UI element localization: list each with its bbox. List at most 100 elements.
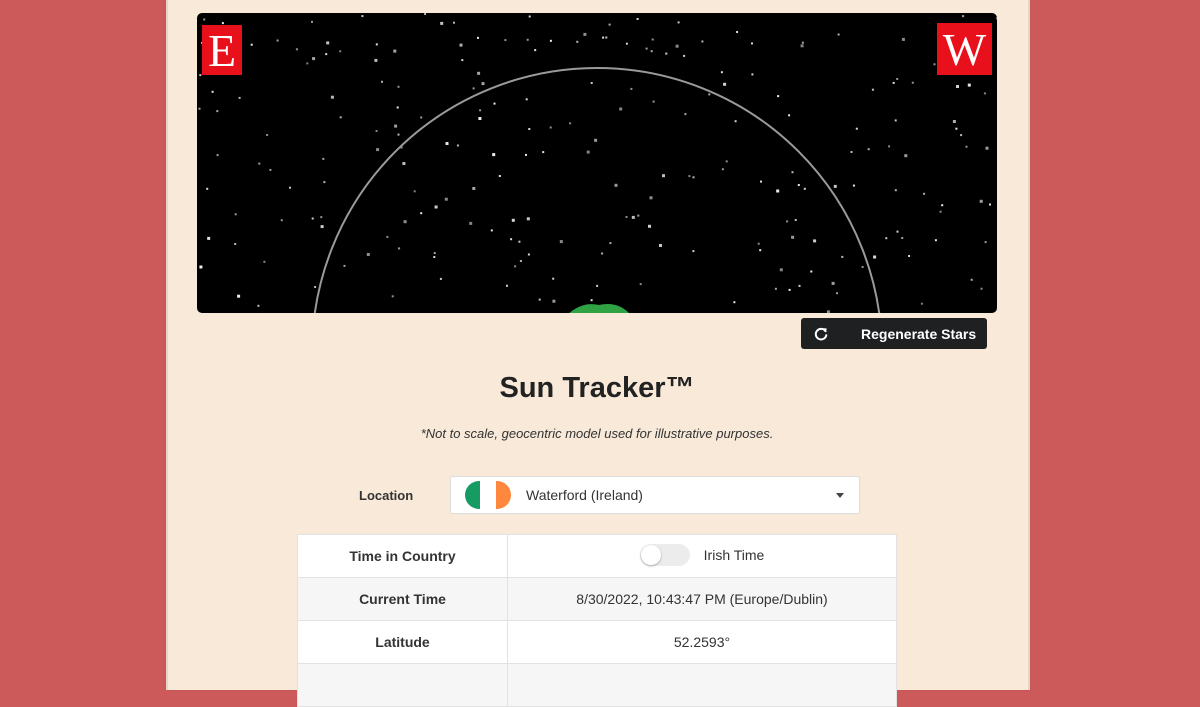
star bbox=[751, 73, 754, 76]
star bbox=[559, 240, 563, 244]
star bbox=[238, 96, 241, 99]
star bbox=[983, 92, 986, 95]
star bbox=[625, 216, 628, 218]
starfield bbox=[198, 13, 997, 313]
star bbox=[995, 17, 997, 20]
sun-orbit bbox=[313, 67, 881, 313]
star bbox=[625, 42, 628, 45]
star bbox=[885, 237, 888, 240]
star bbox=[444, 197, 448, 201]
star bbox=[391, 295, 394, 298]
star bbox=[979, 199, 983, 203]
star bbox=[498, 175, 501, 177]
star bbox=[481, 82, 485, 86]
star bbox=[637, 214, 640, 217]
irish-time-toggle[interactable] bbox=[639, 543, 690, 566]
star bbox=[810, 270, 813, 273]
star bbox=[590, 82, 593, 84]
star bbox=[326, 41, 330, 45]
star bbox=[295, 48, 298, 51]
star bbox=[323, 181, 326, 184]
star bbox=[424, 13, 427, 15]
page-title: Sun Tracker™ bbox=[499, 372, 695, 404]
star bbox=[583, 32, 587, 36]
star bbox=[453, 21, 455, 24]
star bbox=[456, 144, 459, 147]
star bbox=[526, 217, 530, 221]
star bbox=[888, 145, 891, 148]
star bbox=[376, 148, 380, 152]
star bbox=[375, 43, 378, 46]
star bbox=[684, 113, 687, 116]
star bbox=[386, 235, 389, 238]
star bbox=[506, 284, 508, 287]
star bbox=[549, 39, 552, 42]
star bbox=[955, 127, 958, 130]
star bbox=[525, 98, 528, 101]
toggle-knob bbox=[640, 544, 661, 565]
star bbox=[375, 130, 378, 132]
star bbox=[479, 109, 482, 112]
star bbox=[398, 247, 401, 250]
star bbox=[934, 239, 937, 242]
star bbox=[850, 151, 853, 153]
star bbox=[525, 153, 527, 156]
star bbox=[594, 138, 598, 142]
star bbox=[258, 162, 261, 165]
star bbox=[788, 114, 791, 117]
star bbox=[549, 126, 552, 129]
star bbox=[788, 288, 791, 291]
star bbox=[894, 189, 897, 192]
star bbox=[941, 204, 944, 207]
star bbox=[896, 78, 899, 80]
table-row: Latitude 52.2593° bbox=[297, 620, 897, 664]
star bbox=[836, 292, 838, 295]
star bbox=[956, 85, 959, 88]
star bbox=[736, 31, 739, 33]
star bbox=[433, 256, 436, 258]
star bbox=[701, 40, 704, 43]
star bbox=[211, 90, 214, 93]
star bbox=[826, 310, 830, 313]
star bbox=[216, 110, 219, 113]
star bbox=[619, 107, 623, 111]
star bbox=[797, 184, 800, 186]
star bbox=[366, 253, 370, 256]
star bbox=[478, 117, 482, 120]
star bbox=[985, 146, 989, 150]
star bbox=[526, 38, 529, 41]
star bbox=[207, 236, 211, 240]
irish-time-label: Irish Time bbox=[703, 546, 765, 563]
star bbox=[439, 277, 442, 280]
star bbox=[569, 122, 572, 125]
star bbox=[692, 250, 695, 253]
space-scene: E W bbox=[197, 13, 997, 313]
star bbox=[751, 42, 753, 45]
star bbox=[590, 299, 593, 302]
star bbox=[601, 252, 604, 255]
location-label: Location bbox=[359, 488, 414, 503]
star bbox=[608, 23, 611, 26]
ireland-flag-icon bbox=[465, 481, 511, 509]
star bbox=[381, 80, 383, 83]
star bbox=[552, 299, 556, 303]
star bbox=[867, 148, 870, 151]
star bbox=[675, 44, 679, 48]
star bbox=[609, 242, 612, 245]
star bbox=[798, 284, 801, 287]
star bbox=[721, 168, 724, 171]
star bbox=[861, 266, 864, 268]
star bbox=[871, 88, 874, 91]
logo-e: E bbox=[202, 25, 242, 76]
star bbox=[794, 219, 797, 221]
star bbox=[841, 255, 844, 258]
star bbox=[665, 52, 668, 55]
regenerate-stars-button[interactable]: Regenerate Stars bbox=[801, 318, 987, 349]
latitude-value: 52.2593° bbox=[507, 620, 897, 664]
star bbox=[199, 265, 203, 269]
star bbox=[892, 81, 895, 84]
star bbox=[720, 71, 723, 74]
location-select[interactable]: Waterford (Ireland) bbox=[450, 476, 860, 514]
star bbox=[434, 205, 438, 209]
star bbox=[586, 150, 590, 154]
